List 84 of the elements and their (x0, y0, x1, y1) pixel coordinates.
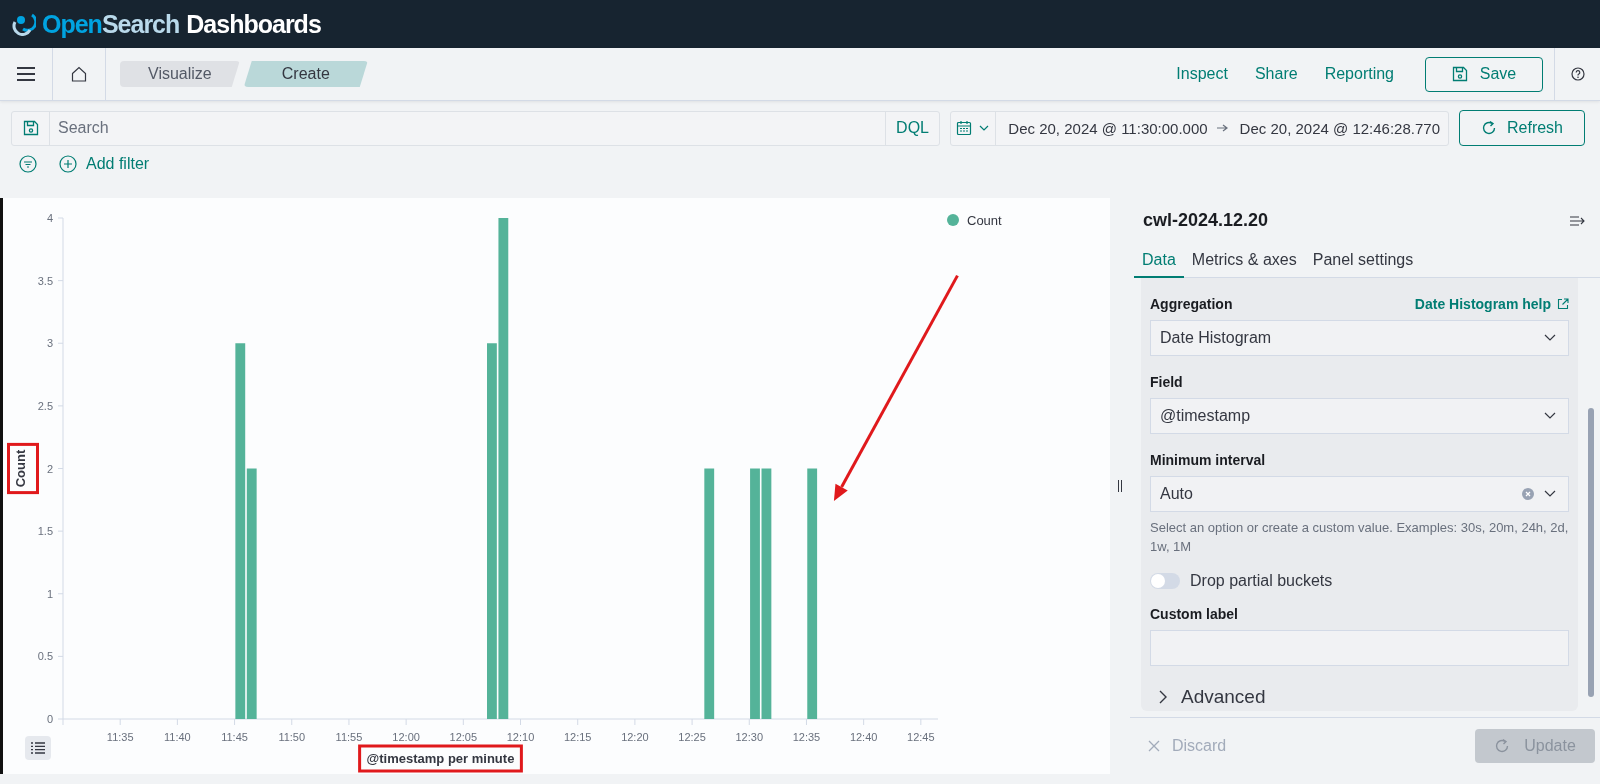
x-tick-label: 12:05 (449, 731, 478, 743)
y-tick-label: 1.5 (37, 525, 53, 538)
field-label: Field (1150, 374, 1184, 390)
x-tick-label: 12:40 (849, 731, 878, 743)
input-field[interactable] (1150, 630, 1569, 666)
end-date[interactable]: Dec 20, 2024 @ 12:46:28.770 (1239, 119, 1440, 137)
x-axis-title: @timestamp per minute (366, 751, 515, 766)
toolbar-link[interactable]: Share (1254, 65, 1298, 83)
toolbar-link[interactable]: Inspect (1176, 65, 1228, 83)
external-link-icon (1557, 298, 1569, 310)
select-field[interactable]: @timestamp (1150, 398, 1569, 434)
toggle-label: Drop partial buckets (1190, 572, 1333, 590)
add-filter-button[interactable]: Add filter (59, 155, 150, 173)
y-axis-title: Count (13, 449, 28, 488)
save-button[interactable]: Save (1425, 56, 1543, 92)
refresh-icon (1481, 120, 1497, 136)
x-tick-label: 12:30 (735, 731, 764, 743)
select-field[interactable]: Date Histogram (1150, 320, 1569, 356)
bar[interactable] (807, 468, 818, 719)
arrow-right-icon (1215, 123, 1228, 133)
legend-label[interactable]: Count (967, 213, 1002, 228)
refresh-button[interactable]: Refresh (1459, 110, 1585, 146)
date-range-picker[interactable]: Dec 20, 2024 @ 11:30:00.000 Dec 20, 2024 @ 12:46:28.770 (950, 110, 1449, 146)
help-link[interactable]: Date Histogram help (1414, 296, 1569, 312)
brand-name: OpenSearch Dashboards (42, 9, 321, 39)
x-tick-label: 11:50 (278, 731, 306, 743)
legend-toggle-button[interactable] (25, 736, 51, 760)
bar[interactable] (246, 468, 257, 719)
breadcrumb[interactable]: Create (243, 61, 368, 87)
list-icon (31, 742, 45, 754)
x-tick-label: 11:40 (164, 731, 191, 743)
advanced-toggle[interactable]: Advanced (1150, 682, 1569, 712)
calendar-icon (956, 120, 973, 136)
x-tick-label: 12:00 (392, 731, 420, 743)
y-tick-label: 2.5 (37, 399, 53, 412)
brand-logo-icon (12, 12, 36, 36)
clear-icon[interactable] (1522, 488, 1534, 500)
y-tick-label: 2 (46, 462, 53, 475)
breadcrumb[interactable]: Visualize (120, 61, 240, 87)
resize-handle-icon[interactable] (1117, 480, 1123, 492)
query-language-button[interactable]: DQL (885, 111, 939, 145)
filter-icon[interactable] (19, 155, 37, 173)
bar[interactable] (487, 343, 497, 719)
help-text: Select an option or create a custom value. Examples: 30s, 20m, 24h, 2d, 1w, 1M (1150, 519, 1569, 556)
bar[interactable] (235, 343, 246, 719)
y-tick-label: 3 (46, 337, 53, 350)
bar[interactable] (761, 468, 772, 719)
x-tick-label: 12:45 (907, 731, 935, 743)
x-tick-label: 11:45 (221, 731, 248, 743)
floppy-disk-icon (1451, 66, 1468, 82)
y-tick-label: 4 (46, 212, 53, 224)
x-tick-label: 12:35 (792, 731, 821, 743)
field-label: Aggregation (1150, 296, 1233, 312)
x-tick-label: 12:15 (563, 731, 592, 743)
field-label: Minimum interval (1150, 452, 1267, 468)
menu-icon[interactable] (17, 66, 35, 82)
combo-box[interactable]: Auto (1150, 476, 1569, 512)
collapse-panel-icon[interactable] (1570, 213, 1586, 228)
x-tick-label: 12:20 (621, 731, 649, 743)
close-icon (1148, 740, 1160, 752)
bar[interactable] (704, 468, 715, 719)
y-tick-label: 0.5 (37, 650, 53, 663)
x-tick-label: 11:55 (335, 731, 363, 743)
refresh-icon (1494, 738, 1511, 754)
y-tick-label: 0 (46, 713, 53, 725)
field-label: Custom label (1150, 606, 1239, 622)
help-icon[interactable] (1570, 67, 1585, 81)
x-tick-label: 12:25 (678, 731, 706, 743)
plus-circle-icon (59, 155, 77, 173)
tab[interactable]: Panel settings (1304, 243, 1422, 278)
tab[interactable]: Metrics & axes (1183, 243, 1305, 278)
y-tick-label: 1 (46, 587, 53, 600)
index-pattern-title: cwl-2024.12.20 (1143, 210, 1269, 231)
bar[interactable] (498, 218, 509, 719)
chevron-right-icon (1158, 689, 1168, 705)
start-date[interactable]: Dec 20, 2024 @ 11:30:00.000 (1008, 119, 1208, 137)
search-field[interactable]: Search DQL (11, 110, 940, 146)
floppy-disk-icon[interactable] (22, 120, 39, 136)
x-tick-label: 12:10 (506, 731, 535, 743)
toggle-switch[interactable] (1150, 573, 1180, 589)
toolbar-link[interactable]: Reporting (1324, 65, 1394, 83)
y-tick-label: 3.5 (37, 274, 53, 287)
x-tick-label: 11:35 (106, 731, 134, 743)
home-icon[interactable] (71, 66, 87, 82)
